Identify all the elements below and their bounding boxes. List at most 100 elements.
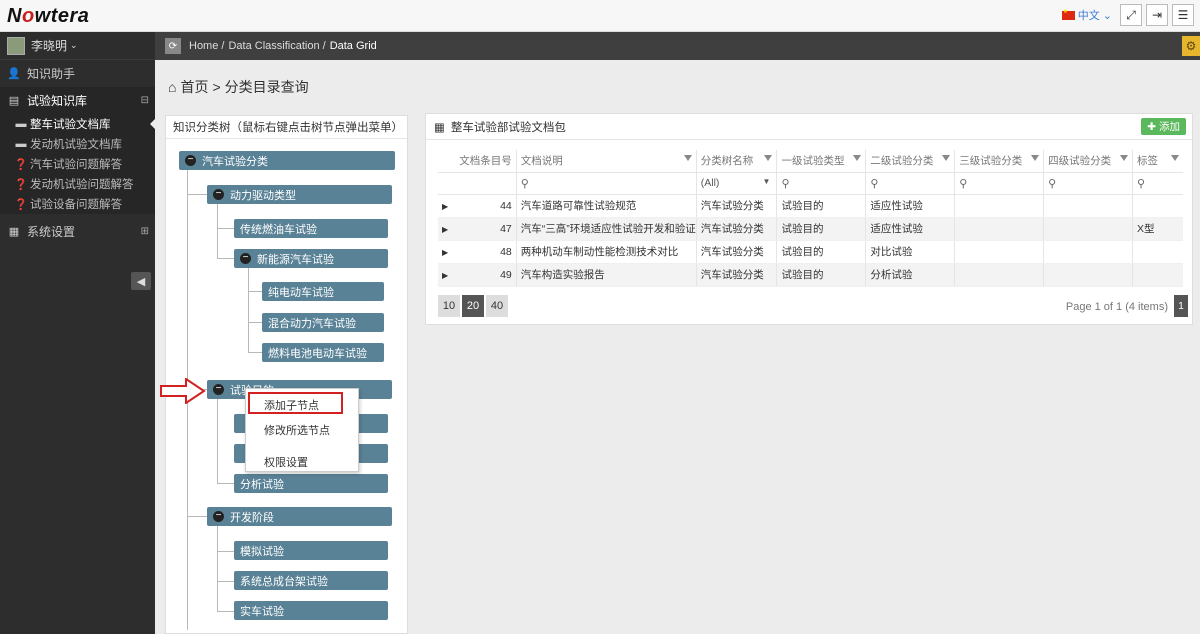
sidebar-item-assistant[interactable]: 👤 知识助手 <box>0 60 155 87</box>
filter-icon[interactable] <box>942 155 951 161</box>
sidebar-collapse-button[interactable]: ◀ <box>131 272 151 290</box>
tree-connector <box>217 258 235 259</box>
page-button-current[interactable]: 1 <box>1174 295 1188 317</box>
filter-input[interactable]: ⚲ <box>515 171 697 195</box>
tree-connector <box>248 291 263 292</box>
tree-connector <box>217 581 235 582</box>
collapse-icon[interactable]: ⊟ <box>141 95 149 106</box>
fullscreen-button[interactable]: ⤢ <box>1120 4 1142 26</box>
collapse-icon[interactable]: − <box>213 189 224 200</box>
context-menu-add-child[interactable]: 添加子节点 <box>264 397 319 413</box>
menu-button[interactable]: ☰ <box>1172 4 1194 26</box>
table-row[interactable]: ▶ 49 汽车构造实验报告 汽车试验分类 试验目的 分析试验 <box>438 263 1183 287</box>
collapse-icon[interactable]: − <box>213 511 224 522</box>
filter-icon[interactable] <box>1171 155 1179 161</box>
chevron-down-icon: ⌄ <box>70 40 78 50</box>
sidebar-item-settings[interactable]: ▦ 系统设置 ⊞ <box>0 218 155 245</box>
page-size-40[interactable]: 40 <box>486 295 508 317</box>
inbox-icon: ▬ <box>15 138 27 150</box>
tree-connector <box>187 194 209 195</box>
logout-button[interactable]: ⇥ <box>1146 4 1168 26</box>
tree-connector <box>187 516 209 517</box>
tree-node-nev[interactable]: − 新能源汽车试验 <box>234 249 388 268</box>
page-size-20[interactable]: 20 <box>462 295 484 317</box>
add-button[interactable]: ✚ 添加 <box>1141 118 1186 135</box>
page-size-10[interactable]: 10 <box>438 295 460 317</box>
refresh-icon[interactable]: ⟳ <box>165 38 181 54</box>
column-header[interactable]: 四级试验分类 <box>1043 150 1133 172</box>
tree-connector <box>248 352 263 353</box>
sidebar-item-vehicle-docs[interactable]: ▬ 整车试验文档库 <box>0 114 155 134</box>
tree-node-bench[interactable]: 系统总成台架试验 <box>234 571 388 590</box>
tree-node-power[interactable]: − 动力驱动类型 <box>207 185 392 204</box>
sidebar-item-vehicle-faq[interactable]: ❓ 汽车试验问题解答 <box>0 154 155 174</box>
breadcrumb-current: Data Grid <box>329 40 377 52</box>
filter-icon[interactable] <box>1119 155 1128 161</box>
sidebar-item-engine-faq[interactable]: ❓ 发动机试验问题解答 <box>0 174 155 194</box>
expand-row-icon[interactable]: ▶ <box>442 248 448 257</box>
tree-node-dev-stage[interactable]: − 开发阶段 <box>207 507 392 526</box>
search-icon: ⚲ <box>520 177 529 190</box>
grid-panel-header: ▦ 整车试验部试验文档包 <box>426 114 1192 140</box>
table-row[interactable]: ▶ 44 汽车道路可靠性试验规范 汽车试验分类 试验目的 适应性试验 <box>438 194 1183 218</box>
inbox-icon: ▬ <box>15 118 27 130</box>
collapse-icon[interactable]: − <box>240 253 251 264</box>
tree-node-fuel[interactable]: 传统燃油车试验 <box>234 219 388 238</box>
sidebar-item-engine-docs[interactable]: ▬ 发动机试验文档库 <box>0 134 155 154</box>
home-icon: ⌂ <box>168 79 177 95</box>
filter-select[interactable]: (All) ▼ <box>695 171 777 195</box>
filter-input[interactable]: ⚲ <box>1131 171 1183 195</box>
column-header[interactable]: 文档说明 <box>515 150 697 172</box>
filter-input[interactable]: ⚲ <box>776 171 866 195</box>
sidebar: 李晓明 ⌄ 👤 知识助手 ▤ 试验知识库 ⊟ ▬ 整车试验文档库 ▬ 发动机试验文… <box>0 32 155 634</box>
search-icon: ⚲ <box>959 177 968 190</box>
grid-header-row: 文档条目号 文档说明 分类树名称 一级试验类型 二级试验分类 三级试验分类 四级… <box>438 150 1183 172</box>
filter-icon[interactable] <box>683 155 692 161</box>
search-icon: ⚲ <box>1048 177 1057 190</box>
tree-node-fuel-cell[interactable]: 燃料电池电动车试验 <box>262 343 384 362</box>
settings-button[interactable]: ⚙ <box>1182 36 1200 56</box>
collapse-icon[interactable]: − <box>185 155 196 166</box>
page-title-home[interactable]: 首页 <box>180 77 208 97</box>
tree-node-analysis[interactable]: 分析试验 <box>234 474 388 493</box>
filter-input[interactable]: ⚲ <box>865 171 955 195</box>
tree-node-hybrid[interactable]: 混合动力汽车试验 <box>262 313 384 332</box>
breadcrumb-data-classification[interactable]: Data Classification / <box>228 40 325 52</box>
user-menu[interactable]: 李晓明 ⌄ <box>0 32 155 60</box>
data-grid: 文档条目号 文档说明 分类树名称 一级试验类型 二级试验分类 三级试验分类 四级… <box>438 150 1183 287</box>
table-row[interactable]: ▶ 48 两种机动车制动性能检测技术对比 汽车试验分类 试验目的 对比试验 <box>438 240 1183 264</box>
breadcrumb-home[interactable]: Home / <box>189 40 224 52</box>
arrow-left-circle-icon: ◀ <box>136 275 146 288</box>
language-selector[interactable]: 中文 ⌄ <box>1061 7 1112 23</box>
context-menu-edit-node[interactable]: 修改所选节点 <box>264 422 330 438</box>
fullscreen-icon: ⤢ <box>1126 7 1136 22</box>
column-header[interactable]: 一级试验类型 <box>776 150 866 172</box>
tree-connector <box>248 267 249 353</box>
column-header[interactable]: 标签 <box>1131 150 1183 172</box>
column-header[interactable]: 文档条目号 <box>438 150 516 172</box>
expand-row-icon[interactable]: ▶ <box>442 202 448 211</box>
table-row[interactable]: ▶ 47 汽车“三高”环境适应性试验开发和验证 汽车试验分类 试验目的 适应性试验… <box>438 217 1183 241</box>
tree-node-ev[interactable]: 纯电动车试验 <box>262 282 384 301</box>
tree-node-vehicle[interactable]: 实车试验 <box>234 601 388 620</box>
expand-row-icon[interactable]: ▶ <box>442 225 448 234</box>
expand-row-icon[interactable]: ▶ <box>442 271 448 280</box>
tree-node-root[interactable]: − 汽车试验分类 <box>179 151 395 170</box>
sidebar-item-knowledge-base[interactable]: ▤ 试验知识库 ⊟ <box>0 87 155 114</box>
expand-icon[interactable]: ⊞ <box>141 226 149 237</box>
filter-icon[interactable] <box>853 155 862 161</box>
sidebar-item-equipment-faq[interactable]: ❓ 试验设备问题解答 <box>0 194 155 214</box>
filter-input[interactable]: ⚲ <box>1043 171 1133 195</box>
filter-input[interactable]: ⚲ <box>954 171 1044 195</box>
tree-connector <box>217 483 235 484</box>
context-menu-permissions[interactable]: 权限设置 <box>264 454 308 470</box>
filter-icon[interactable] <box>1031 155 1040 161</box>
tree-connector <box>217 611 235 612</box>
column-header[interactable]: 分类树名称 <box>695 150 777 172</box>
chevron-down-icon: ▼ <box>762 177 771 186</box>
column-header[interactable]: 三级试验分类 <box>954 150 1044 172</box>
filter-icon[interactable] <box>764 155 773 161</box>
collapse-icon[interactable]: − <box>213 384 224 395</box>
tree-node-simulation[interactable]: 模拟试验 <box>234 541 388 560</box>
column-header[interactable]: 二级试验分类 <box>865 150 955 172</box>
